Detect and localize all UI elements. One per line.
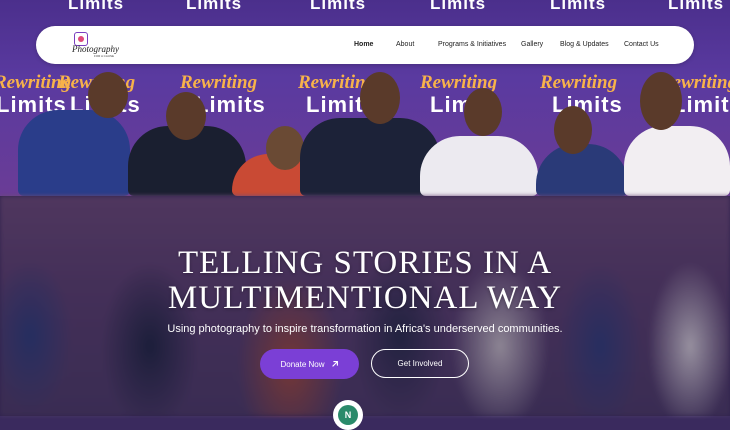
get-involved-button[interactable]: Get Involved [371,349,469,378]
get-involved-label: Get Involved [397,359,443,368]
hero-headline-line2: MULTIMENTIONAL WAY [167,280,563,316]
nav-gallery[interactable]: Gallery [521,41,543,48]
banner-text: Limits [186,0,243,13]
main-navbar: Photography FOR A CAUSE Home About Progr… [36,26,694,64]
person-head [166,92,206,140]
nav-contact[interactable]: Contact Us [624,41,659,48]
banner-text: Limits [550,0,607,13]
person-head [88,72,128,118]
hero-headline-line1: TELLING STORIES IN A [177,245,553,281]
logo-subtext: FOR A CAUSE [94,54,115,58]
person [420,136,538,196]
donate-now-button[interactable]: Donate Now [260,349,359,379]
person-head [360,72,400,124]
chat-avatar-icon: N [338,405,358,425]
chat-widget[interactable]: N [333,400,363,430]
nav-programs[interactable]: Programs & Initiatives [438,41,506,48]
banner-text: Limits [668,0,725,13]
person-head [640,72,682,130]
person [536,144,628,196]
donate-now-label: Donate Now [280,359,325,369]
hero-subtitle: Using photography to inspire transformat… [167,323,563,335]
logo-text: Photography [72,44,119,54]
banner-text: Limits [68,0,125,13]
nav-about[interactable]: About [396,41,414,48]
person-head [266,126,304,170]
person [18,110,130,196]
banner-script: Rewriting [180,72,258,93]
banner-script: Rewriting [540,72,618,93]
nav-home[interactable]: Home [354,41,373,48]
banner-text: Limits [430,0,487,13]
arrow-up-right-icon [331,361,338,367]
nav-blog[interactable]: Blog & Updates [560,41,609,48]
site-logo[interactable]: Photography FOR A CAUSE [72,32,122,58]
banner-text: Limits [310,0,367,13]
person [300,118,440,196]
person [624,126,730,196]
person-head [464,88,502,136]
person-head [554,106,592,154]
